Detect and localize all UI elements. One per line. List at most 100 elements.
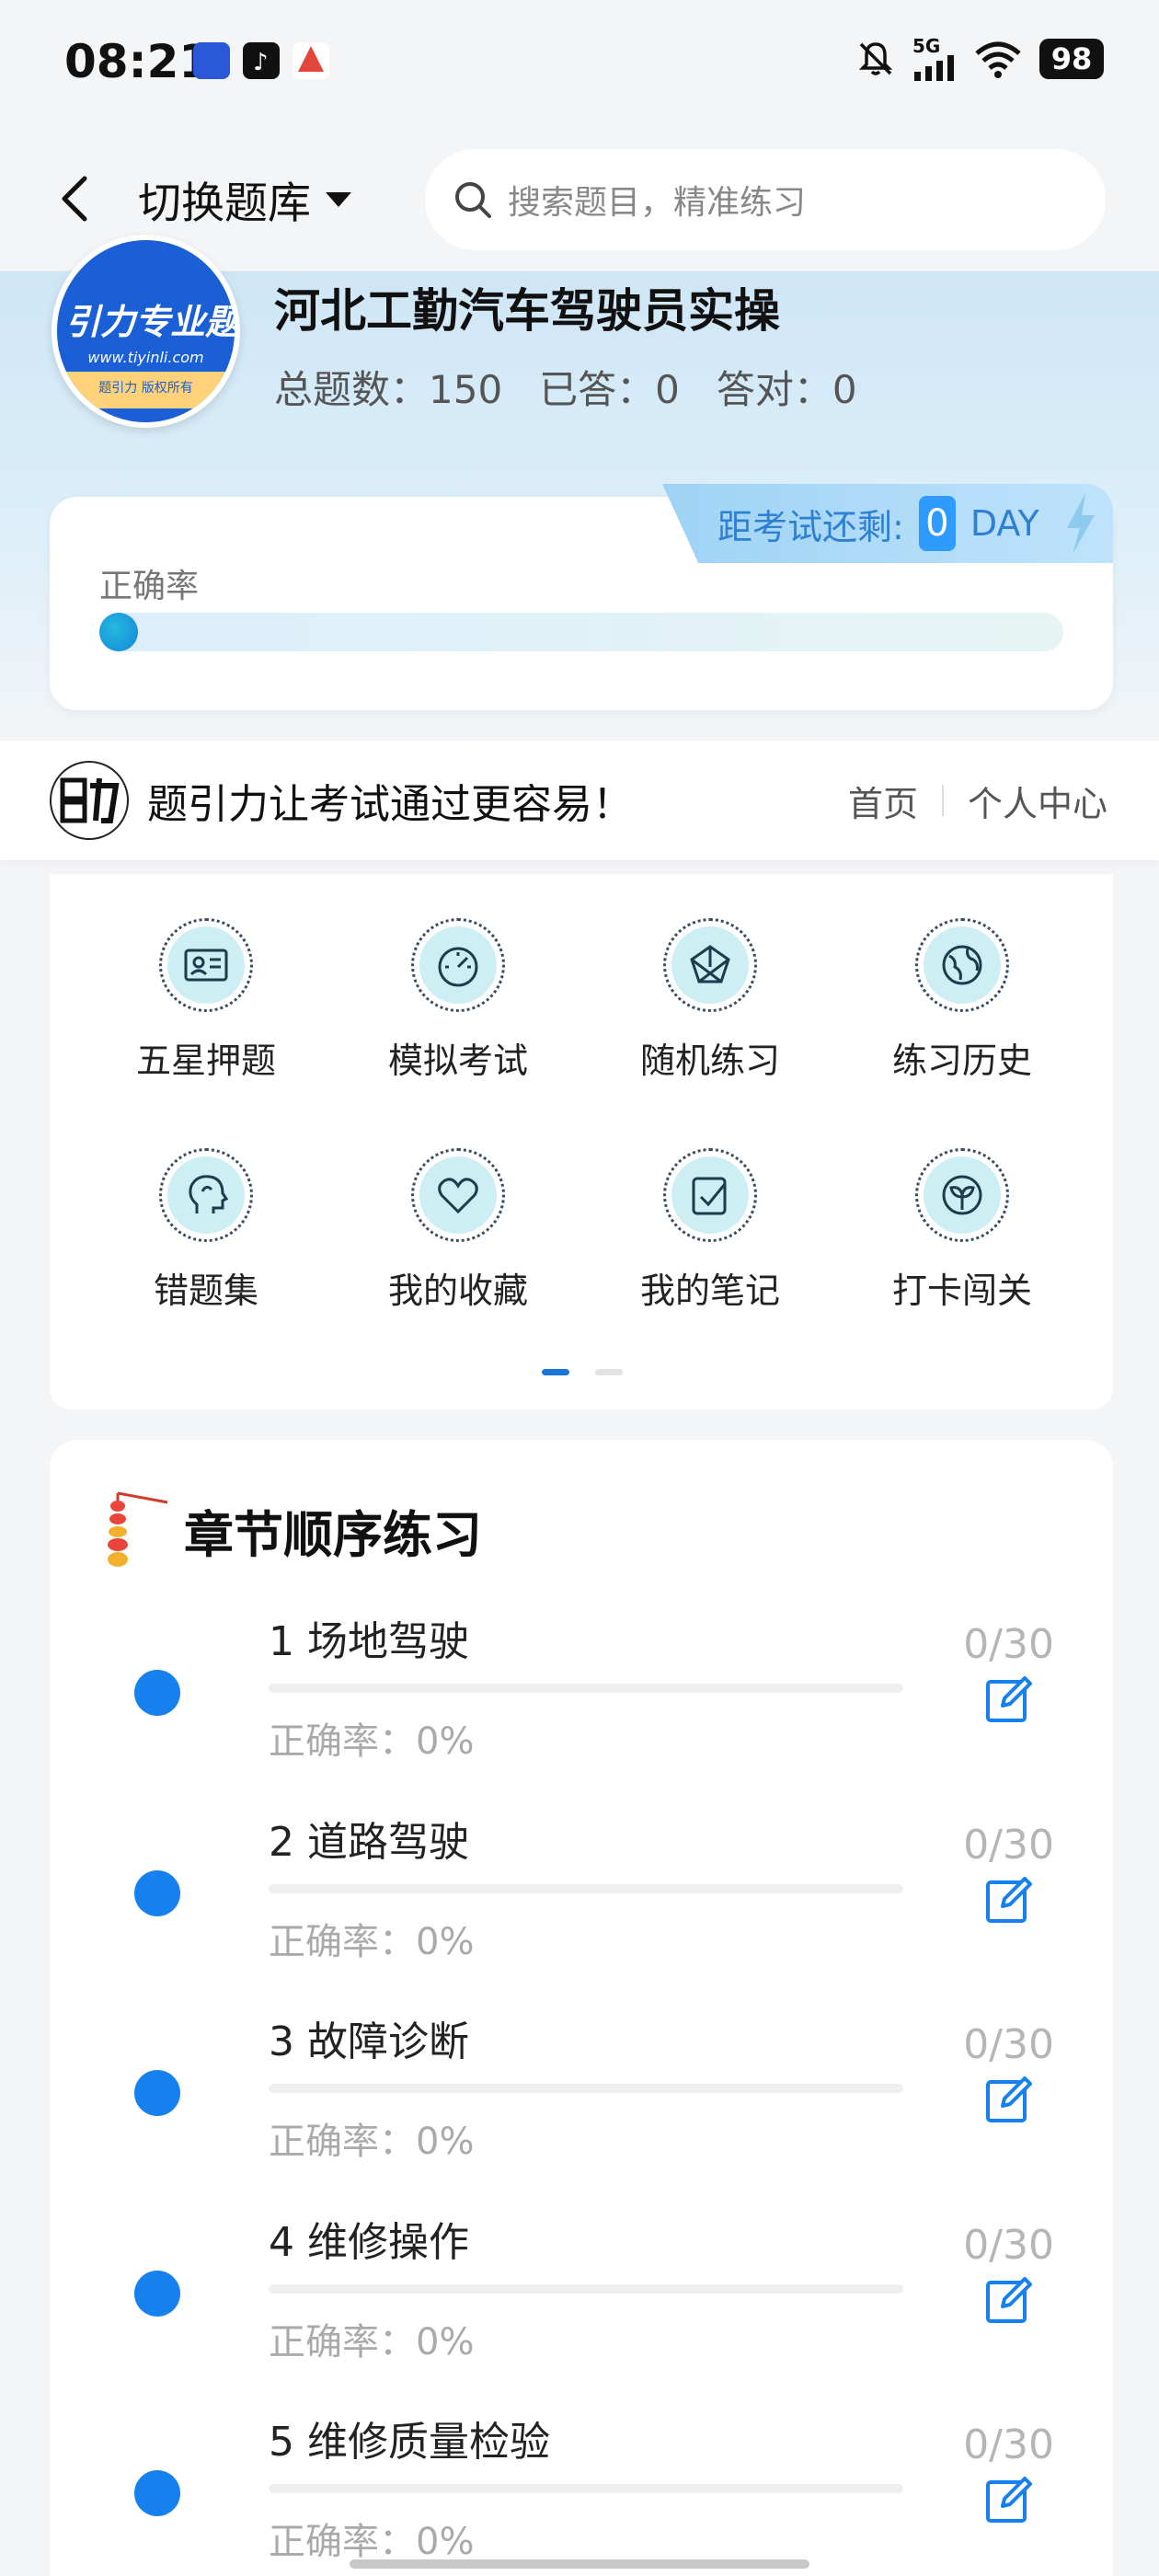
menu-label: 我的收藏: [387, 1271, 528, 1311]
logo-text: 引力专业题: [64, 302, 240, 342]
link-home[interactable]: 首页: [848, 776, 918, 826]
brand-logo-mark: [60, 777, 120, 823]
sprout-icon: [942, 1175, 982, 1215]
edit-icon[interactable]: [984, 1673, 1036, 1724]
answered-count: 已答：0: [539, 367, 680, 412]
brand-links: 首页 个人中心: [848, 776, 1107, 826]
chapter-count: 0/30: [963, 2222, 1054, 2269]
menu-icon-fill: [924, 1156, 1001, 1234]
app-notification-icon: [193, 42, 230, 79]
caret-down-icon: [326, 191, 351, 207]
heart-icon: [438, 1178, 478, 1214]
chapter-bullet: [134, 2070, 180, 2116]
total-count: 总题数：150: [274, 367, 503, 412]
chapter-row[interactable]: 2 道路驾驶 正确率：0% 0/30: [50, 1809, 1113, 1993]
menu-mock-exam[interactable]: 模拟考试: [348, 918, 568, 1102]
chapter-row[interactable]: 1 场地驾驶 正确率：0% 0/30: [50, 1608, 1113, 1792]
chapter-count: 0/30: [963, 1822, 1054, 1869]
pager-dot[interactable]: [595, 1369, 623, 1375]
brand-logo: [50, 761, 129, 840]
menu-practice-history[interactable]: 练习历史: [852, 918, 1073, 1102]
network-type: 5G: [912, 35, 941, 57]
tiktok-notification-icon: ♪: [243, 42, 280, 79]
menu-check-in-challenge[interactable]: 打卡闯关: [852, 1148, 1073, 1332]
mute-bell-icon: [858, 42, 893, 75]
menu-icon-ring: [663, 1148, 757, 1242]
cellular-signal: 5G: [912, 37, 957, 81]
chapter-count: 0/30: [963, 2421, 1054, 2468]
countdown-label: 距考试还剩:: [717, 506, 904, 547]
search-input[interactable]: 搜索题目，精准练习: [425, 149, 1106, 250]
menu-icon-fill: [167, 926, 245, 1004]
accuracy-progress-knob: [99, 613, 138, 651]
chapter-section-title: 章节顺序练习: [184, 1505, 482, 1564]
id-card-icon: [184, 949, 228, 982]
edit-icon[interactable]: [984, 2473, 1036, 2524]
svg-text:♪: ♪: [253, 49, 269, 76]
menu-five-star-questions[interactable]: 五星押题: [96, 918, 316, 1102]
app-notification-icon-2: [293, 42, 329, 79]
link-divider: [941, 785, 944, 816]
menu-pager: [542, 1369, 623, 1375]
wifi-icon: [975, 41, 1021, 78]
search-placeholder: 搜索题目，精准练习: [508, 184, 807, 222]
switch-library-label: 切换题库: [138, 178, 311, 229]
menu-favorites[interactable]: 我的收藏: [348, 1148, 568, 1332]
chapter-row[interactable]: 3 故障诊断 正确率：0% 0/30: [50, 2008, 1113, 2192]
menu-icon-fill: [419, 1156, 497, 1234]
status-time: 08:21: [64, 35, 212, 88]
chapter-progress-bar: [269, 2084, 903, 2093]
menu-wrong-questions[interactable]: 错题集: [96, 1148, 316, 1332]
chapter-practice-card: 章节顺序练习 1 场地驾驶 正确率：0% 0/30 2 道路驾驶 正确率：0% …: [50, 1440, 1113, 2576]
status-icons: 5G 98: [855, 37, 1104, 81]
chapter-bullet: [134, 1870, 180, 1916]
bank-stats: 总题数：150 已答：0 答对：0: [274, 359, 857, 415]
chapter-accuracy: 正确率：0%: [269, 2121, 475, 2163]
brand-bar: 题引力让考试通过更容易！ 首页 个人中心: [0, 741, 1159, 860]
chapter-row[interactable]: 4 维修操作 正确率：0% 0/30: [50, 2209, 1113, 2393]
link-personal-center[interactable]: 个人中心: [968, 776, 1107, 826]
menu-label: 我的笔记: [639, 1271, 780, 1311]
menu-icon-ring: [411, 1148, 505, 1242]
edit-icon[interactable]: [984, 1873, 1036, 1925]
menu-label: 练习历史: [891, 1041, 1032, 1081]
logo-copyright: 题引力 版权所有: [98, 381, 193, 396]
chapter-name: 2 道路驾驶: [269, 1819, 469, 1866]
search-icon: [455, 182, 491, 218]
menu-label: 随机练习: [639, 1041, 780, 1081]
edit-icon[interactable]: [984, 2073, 1036, 2124]
correct-count: 答对：0: [716, 367, 857, 412]
menu-icon-ring: [411, 918, 505, 1012]
menu-label: 错题集: [153, 1271, 258, 1311]
chapter-bullet: [134, 1670, 180, 1716]
chapter-count: 0/30: [963, 2021, 1054, 2068]
menu-icon-fill: [419, 926, 497, 1004]
chapter-name: 3 故障诊断: [269, 2018, 469, 2065]
signal-bars-icon: [914, 55, 954, 81]
chapter-accuracy: 正确率：0%: [269, 1720, 475, 1763]
brand-slogan: 题引力让考试通过更容易！: [147, 781, 633, 828]
chapter-row[interactable]: 5 维修质量检验 正确率：0% 0/30: [50, 2409, 1113, 2576]
menu-my-notes[interactable]: 我的笔记: [600, 1148, 820, 1332]
question-bank-title: 河北工勤汽车驾驶员实操: [274, 284, 780, 338]
feature-menu: 五星押题 模拟考试 随机练习 练习历史 错题集 我的收藏 我的笔记 打卡闯关: [50, 874, 1113, 1409]
back-arrow-icon[interactable]: [53, 171, 99, 226]
chapter-progress-bar: [269, 1884, 903, 1893]
chapter-progress-bar: [269, 2284, 903, 2294]
chapter-bullet: [134, 2271, 180, 2317]
chapter-accuracy: 正确率：0%: [269, 1921, 475, 1963]
globe-icon: [942, 945, 982, 985]
chapter-accuracy: 正确率：0%: [269, 2321, 475, 2363]
menu-label: 五星押题: [135, 1041, 276, 1081]
pager-dot-active[interactable]: [542, 1369, 569, 1375]
switch-library-dropdown[interactable]: 切换题库: [138, 167, 353, 231]
edit-icon[interactable]: [984, 2273, 1036, 2325]
menu-random-practice[interactable]: 随机练习: [600, 918, 820, 1102]
chapter-name: 5 维修质量检验: [269, 2419, 550, 2466]
chapter-header: 章节顺序练习: [101, 1484, 482, 1576]
question-bank-logo: 引力专业题 www.tiyinli.com 题引力 版权所有: [52, 235, 240, 428]
accuracy-label: 正确率: [99, 568, 200, 605]
menu-icon-ring: [915, 918, 1009, 1012]
home-indicator[interactable]: [350, 2559, 809, 2569]
firecracker-icon: [108, 1491, 168, 1567]
